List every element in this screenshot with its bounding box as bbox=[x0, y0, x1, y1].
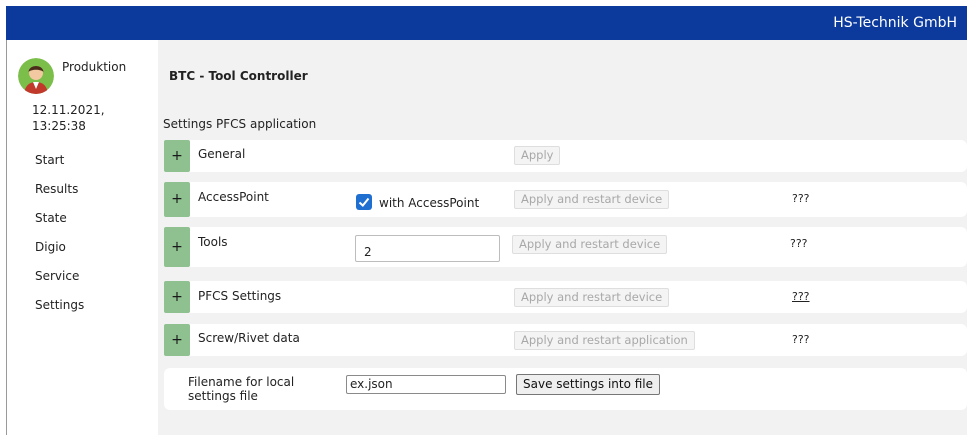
user-name: Produktion bbox=[62, 60, 127, 74]
settings-row-accesspoint: + AccessPoint with AccessPoint Apply and… bbox=[164, 182, 967, 217]
apply-restart-device-button[interactable]: Apply and restart device bbox=[512, 235, 668, 254]
filename-input[interactable]: ex.json bbox=[346, 375, 506, 394]
save-settings-button[interactable]: Save settings into file bbox=[516, 374, 661, 395]
company-name: HS-Technik GmbH bbox=[833, 15, 957, 31]
general-label: General bbox=[198, 147, 246, 161]
settings-row-screw-rivet: + Screw/Rivet data Apply and restart app… bbox=[164, 324, 967, 356]
section-title: Settings PFCS application bbox=[163, 117, 317, 131]
user-avatar-icon bbox=[18, 58, 54, 94]
pfcs-label: PFCS Settings bbox=[198, 289, 282, 303]
expand-tools-button[interactable]: + bbox=[164, 227, 190, 267]
nav-item-results[interactable]: Results bbox=[35, 181, 84, 210]
date-text: 12.11.2021, bbox=[32, 103, 105, 117]
nav-item-start[interactable]: Start bbox=[35, 152, 84, 181]
apply-restart-device-button[interactable]: Apply and restart device bbox=[514, 190, 670, 209]
settings-row-pfcs: + PFCS Settings Apply and restart device… bbox=[164, 281, 967, 313]
expand-general-button[interactable]: + bbox=[164, 140, 190, 172]
screw-rivet-label: Screw/Rivet data bbox=[198, 331, 300, 345]
tools-label: Tools bbox=[198, 235, 228, 249]
tools-status: ??? bbox=[790, 237, 808, 250]
nav-item-service[interactable]: Service bbox=[35, 268, 84, 297]
nav-menu: Start Results State Digio Service Settin… bbox=[35, 152, 84, 326]
sidebar: Produktion 12.11.2021, 13:25:38 Start Re… bbox=[7, 40, 158, 435]
filename-label: Filename for local settings file bbox=[188, 375, 328, 403]
expand-pfcs-button[interactable]: + bbox=[164, 281, 190, 313]
time-text: 13:25:38 bbox=[32, 119, 86, 133]
nav-item-digio[interactable]: Digio bbox=[35, 239, 84, 268]
tools-count-input[interactable]: 2 bbox=[355, 235, 500, 262]
expand-screw-rivet-button[interactable]: + bbox=[164, 324, 190, 356]
apply-restart-application-button[interactable]: Apply and restart application bbox=[514, 331, 695, 350]
filename-label-line2: settings file bbox=[188, 389, 258, 403]
app-title: BTC - Tool Controller bbox=[169, 69, 308, 83]
expand-accesspoint-button[interactable]: + bbox=[164, 182, 190, 217]
accesspoint-label: AccessPoint bbox=[198, 190, 269, 204]
nav-item-settings[interactable]: Settings bbox=[35, 297, 84, 326]
screw-rivet-status: ??? bbox=[792, 333, 810, 346]
top-header-bar: HS-Technik GmbH bbox=[6, 6, 967, 40]
settings-file-row: Filename for local settings file ex.json… bbox=[164, 368, 967, 410]
accesspoint-checkbox[interactable] bbox=[356, 194, 372, 210]
settings-row-tools: + Tools 2 Apply and restart device ??? bbox=[164, 227, 967, 267]
nav-item-state[interactable]: State bbox=[35, 210, 84, 239]
accesspoint-checkbox-label: with AccessPoint bbox=[379, 196, 480, 210]
filename-label-line1: Filename for local bbox=[188, 375, 295, 389]
apply-restart-device-button[interactable]: Apply and restart device bbox=[514, 288, 670, 307]
main-content: BTC - Tool Controller Settings PFCS appl… bbox=[158, 40, 967, 435]
checkmark-icon bbox=[358, 197, 370, 207]
settings-row-general: + General Apply bbox=[164, 140, 967, 172]
apply-button[interactable]: Apply bbox=[514, 146, 561, 165]
pfcs-status-link[interactable]: ??? bbox=[792, 290, 810, 303]
date-time: 12.11.2021, 13:25:38 bbox=[32, 102, 142, 134]
accesspoint-status: ??? bbox=[792, 192, 810, 205]
